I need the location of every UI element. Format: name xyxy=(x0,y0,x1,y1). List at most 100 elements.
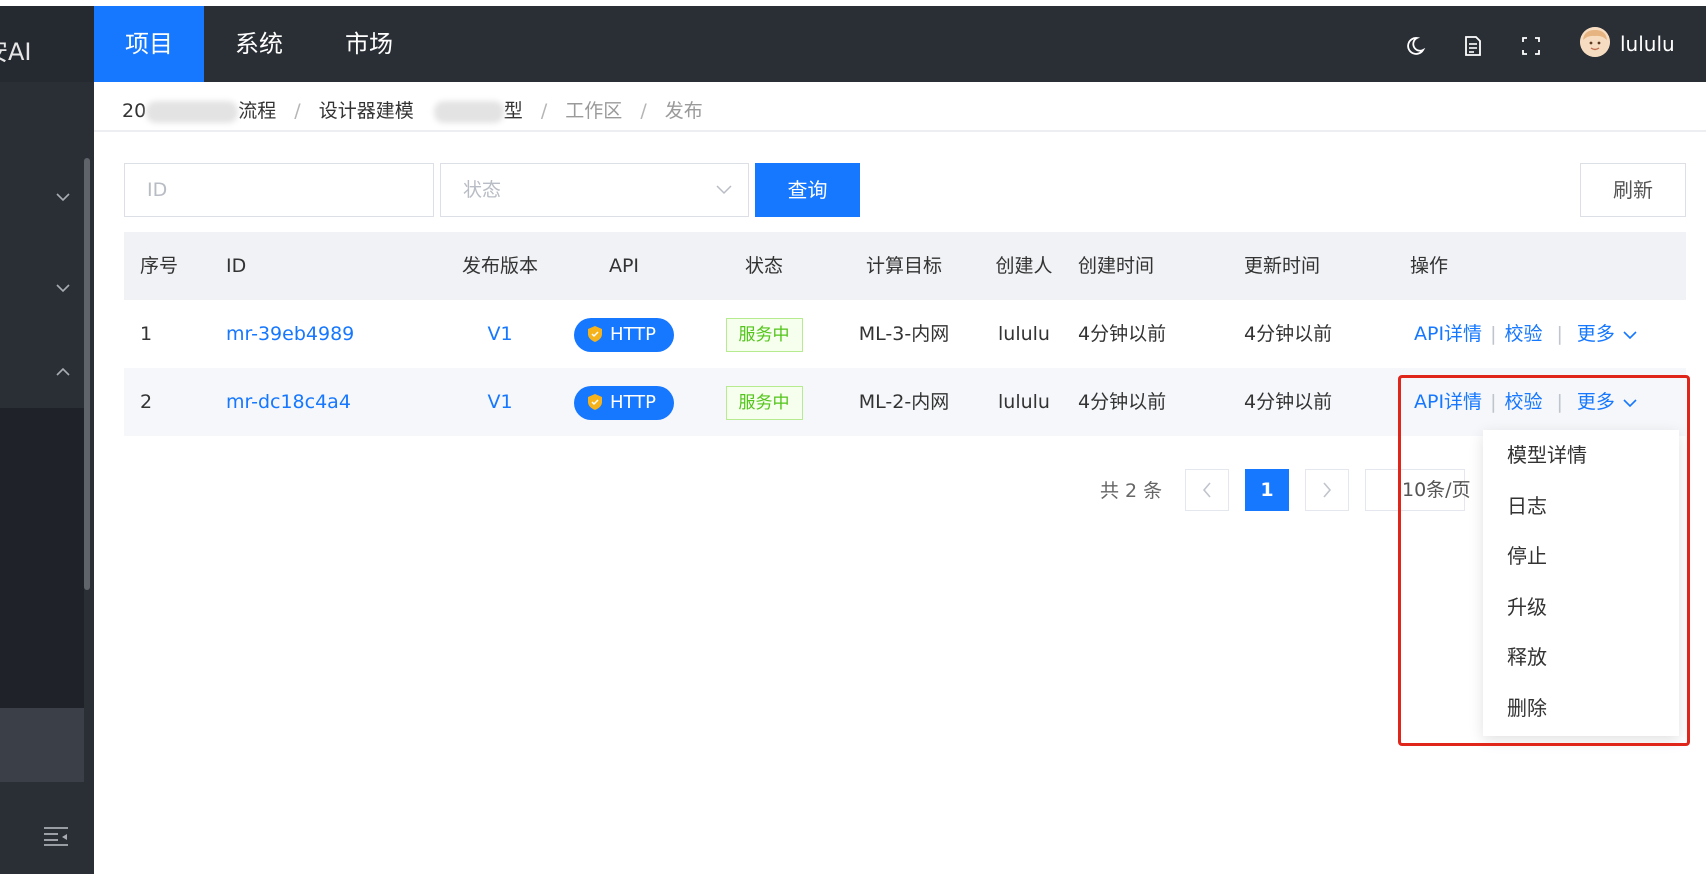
compute-target: ML-3-内网 xyxy=(858,323,950,345)
logo-area: 安AI xyxy=(0,6,94,82)
column-header: 操作 xyxy=(1410,255,1449,277)
status-cell: 服务中 xyxy=(714,300,814,368)
redacted-text xyxy=(146,100,239,123)
column-header: 创建时间 xyxy=(1078,255,1155,277)
menu-item-stop[interactable]: 停止 xyxy=(1483,531,1679,582)
http-badge[interactable]: HTTP xyxy=(573,385,675,420)
creator: lululu xyxy=(998,391,1050,413)
column-header: 计算目标 xyxy=(865,255,942,277)
chevron-down-icon[interactable] xyxy=(56,191,70,205)
shield-icon xyxy=(587,325,602,342)
api-cell: HTTP xyxy=(564,368,684,436)
column-header: 状态 xyxy=(744,255,783,277)
menu-item-model-detail[interactable]: 模型详情 xyxy=(1483,430,1679,481)
column-header: 发布版本 xyxy=(461,255,538,277)
table-header: 序号 ID 发布版本 API 状态 计算目标 创建人 创建时间 更新时间 操作 xyxy=(124,232,1686,300)
created-time: 4分钟以前 xyxy=(1078,323,1167,345)
breadcrumb-item-current: 发布 xyxy=(664,100,703,122)
actions-cell: API详情 | 校验 | 更多 xyxy=(1414,300,1637,368)
status-badge: 服务中 xyxy=(725,317,803,352)
id-placeholder: ID xyxy=(147,179,168,201)
pagination-total: 共 2 条 xyxy=(1100,480,1163,502)
creator: lululu xyxy=(998,323,1050,345)
version-link[interactable]: V1 xyxy=(424,368,576,436)
breadcrumb-item[interactable]: 设计器建模 xyxy=(319,96,414,126)
created-time: 4分钟以前 xyxy=(1078,391,1167,413)
breadcrumb-separator: / xyxy=(640,100,647,122)
username[interactable]: lululu xyxy=(1620,32,1675,56)
menu-item-log[interactable]: 日志 xyxy=(1483,481,1679,532)
column-header: 创建人 xyxy=(995,255,1053,277)
page-size-select[interactable]: 10条/页 xyxy=(1365,469,1471,511)
menu-item-upgrade[interactable]: 升级 xyxy=(1483,582,1679,633)
column-header: 序号 xyxy=(140,255,179,277)
http-badge[interactable]: HTTP xyxy=(573,317,675,352)
breadcrumb-item[interactable]: 流程 xyxy=(238,96,276,126)
more-dropdown-menu: 模型详情 日志 停止 升级 释放 删除 xyxy=(1483,430,1679,736)
tab-project[interactable]: 项目 xyxy=(94,6,204,82)
divider xyxy=(94,130,1706,132)
refresh-button[interactable]: 刷新 xyxy=(1580,163,1686,217)
action-separator: | xyxy=(1490,323,1497,345)
http-label: HTTP xyxy=(609,391,657,413)
menu-fold-icon[interactable] xyxy=(44,826,68,846)
chevron-down-icon[interactable] xyxy=(56,282,70,296)
sidebar-active-item[interactable] xyxy=(0,708,84,782)
more-link[interactable]: 更多 xyxy=(1577,391,1615,413)
fullscreen-icon[interactable] xyxy=(1520,35,1542,57)
id-search-input[interactable]: ID xyxy=(124,163,434,217)
breadcrumb-separator: / xyxy=(294,100,301,122)
breadcrumb-item[interactable]: 20 xyxy=(122,96,146,126)
action-separator: | xyxy=(1490,391,1497,413)
updated-time: 4分钟以前 xyxy=(1244,323,1333,345)
table-row: 2 mr-dc18c4a4 V1 HTTP 服务中 ML-2-内网 lululu… xyxy=(124,368,1686,436)
action-separator: | xyxy=(1556,391,1563,413)
status-select[interactable]: 状态 xyxy=(440,163,749,217)
sidebar: 安AI xyxy=(0,6,94,874)
column-header: API xyxy=(608,255,640,277)
chevron-down-icon[interactable] xyxy=(1623,370,1637,438)
chevron-down-icon xyxy=(716,164,732,216)
menu-item-release[interactable]: 释放 xyxy=(1483,632,1679,683)
prev-page-button[interactable] xyxy=(1185,469,1229,511)
top-navbar: 项目 系统 市场 lululu xyxy=(94,6,1706,82)
moon-icon[interactable] xyxy=(1404,35,1426,57)
next-page-button[interactable] xyxy=(1305,469,1349,511)
verify-link[interactable]: 校验 xyxy=(1504,391,1542,413)
sidebar-scrollbar[interactable] xyxy=(84,158,90,590)
release-id-link[interactable]: mr-dc18c4a4 xyxy=(226,368,351,436)
breadcrumb: 20 流程 / 设计器建模 型 / 工作区 / 发布 xyxy=(122,96,703,126)
breadcrumb-separator: / xyxy=(540,100,548,122)
tab-market[interactable]: 市场 xyxy=(314,6,424,82)
more-link[interactable]: 更多 xyxy=(1577,323,1615,345)
column-header: ID xyxy=(226,255,247,277)
menu-item-delete[interactable]: 删除 xyxy=(1483,683,1679,734)
status-placeholder: 状态 xyxy=(463,179,502,201)
chevron-down-icon[interactable] xyxy=(1623,302,1637,370)
status-cell: 服务中 xyxy=(714,368,814,436)
row-index: 1 xyxy=(140,323,153,345)
tab-system[interactable]: 系统 xyxy=(204,6,314,82)
avatar[interactable] xyxy=(1580,27,1610,57)
table-row: 1 mr-39eb4989 V1 HTTP 服务中 ML-3-内网 lululu… xyxy=(124,300,1686,368)
page-number[interactable]: 1 xyxy=(1245,469,1289,511)
http-label: HTTP xyxy=(609,323,657,345)
api-detail-link[interactable]: API详情 xyxy=(1414,391,1482,413)
submenu-area xyxy=(0,408,84,708)
row-index: 2 xyxy=(140,391,153,413)
version-link[interactable]: V1 xyxy=(424,300,576,368)
action-separator: | xyxy=(1556,323,1563,345)
release-id-link[interactable]: mr-39eb4989 xyxy=(226,300,354,368)
api-detail-link[interactable]: API详情 xyxy=(1414,323,1482,345)
query-button[interactable]: 查询 xyxy=(755,163,860,217)
actions-cell: API详情 | 校验 | 更多 xyxy=(1414,368,1637,436)
api-cell: HTTP xyxy=(564,300,684,368)
verify-link[interactable]: 校验 xyxy=(1504,323,1542,345)
status-badge: 服务中 xyxy=(725,385,803,420)
column-header: 更新时间 xyxy=(1244,255,1321,277)
breadcrumb-item[interactable]: 工作区 xyxy=(565,96,622,126)
shield-icon xyxy=(587,393,602,410)
document-icon[interactable] xyxy=(1462,35,1484,57)
chevron-up-icon[interactable] xyxy=(56,366,70,380)
breadcrumb-item[interactable]: 型 xyxy=(504,96,523,126)
